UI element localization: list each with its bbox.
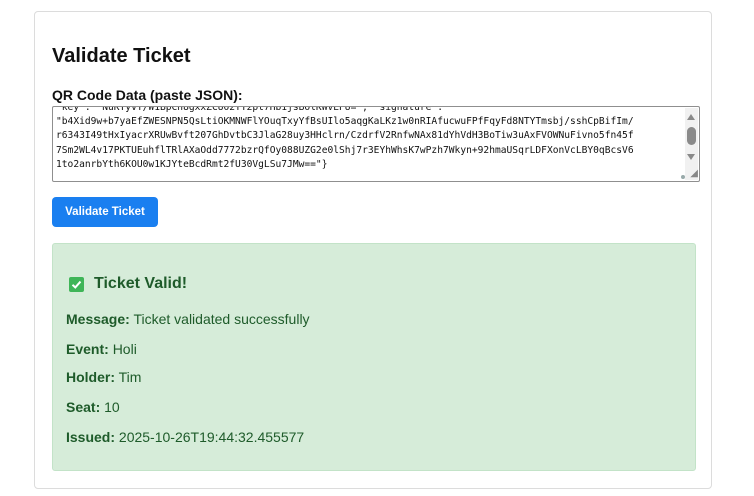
validate-ticket-card: Validate Ticket QR Code Data (paste JSON… (34, 11, 712, 489)
scrollbar-thumb[interactable] (687, 127, 696, 145)
result-row-message: Message: Ticket validated successfully (66, 311, 310, 327)
result-heading: Ticket Valid! (68, 275, 187, 293)
scroll-down-arrow-icon[interactable] (687, 154, 695, 160)
qr-data-text[interactable]: "key": "NuKTyvY/W1BpCn8gxxZCU02TT2pt7Hb1… (56, 107, 683, 172)
result-row-seat: Seat: 10 (66, 399, 120, 415)
resize-handle-icon[interactable]: ◢ (686, 168, 698, 180)
page-title: Validate Ticket (52, 45, 191, 67)
result-row-holder: Holder: Tim (66, 369, 142, 385)
validation-result-panel: Ticket Valid! Message: Ticket validated … (52, 243, 696, 471)
qr-data-label: QR Code Data (paste JSON): (52, 87, 243, 103)
result-heading-text: Ticket Valid! (94, 275, 188, 292)
grammarly-dot-icon[interactable] (681, 175, 685, 179)
result-row-event: Event: Holi (66, 341, 137, 357)
scroll-up-arrow-icon[interactable] (687, 114, 695, 120)
qr-data-textarea[interactable]: "key": "NuKTyvY/W1BpCn8gxxZCU02TT2pt7Hb1… (52, 106, 700, 182)
result-row-issued: Issued: 2025-10-26T19:44:32.455577 (66, 429, 305, 445)
check-mark-icon (69, 276, 84, 292)
validate-ticket-button[interactable]: Validate Ticket (52, 197, 158, 227)
